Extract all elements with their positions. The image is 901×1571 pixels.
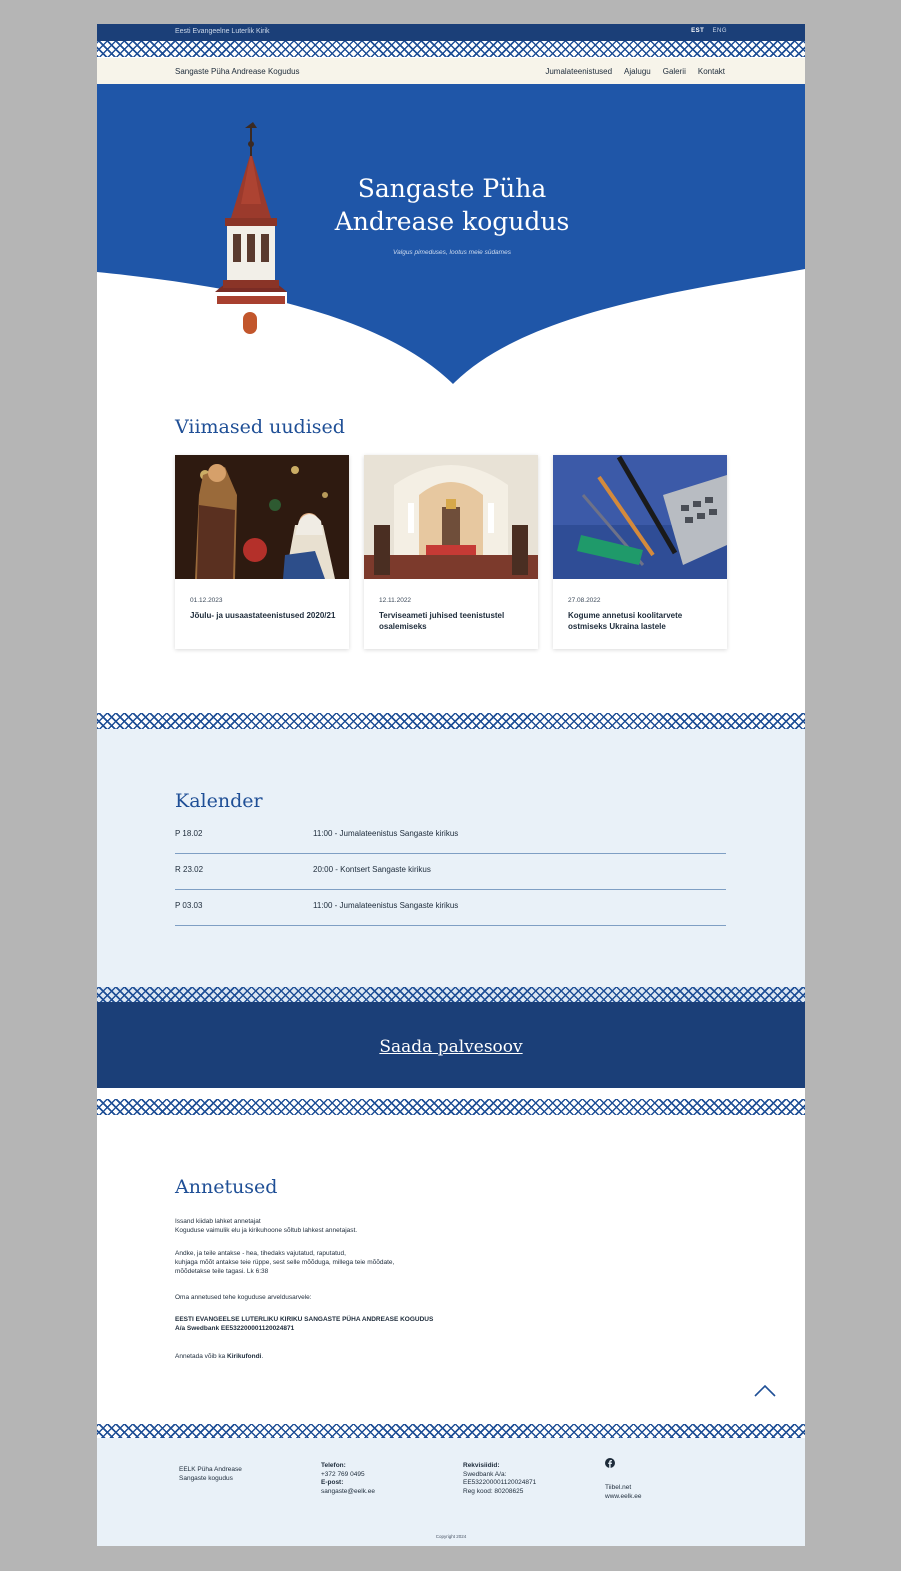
nav-item-services[interactable]: Jumalateenistused bbox=[545, 67, 612, 76]
donations-heading: Annetused bbox=[175, 1176, 278, 1198]
top-bar: Eesti Evangeelne Luterlik Kirik EST ENG bbox=[97, 24, 805, 41]
language-switcher: EST ENG bbox=[685, 28, 727, 34]
phone-number[interactable]: +372 769 0495 bbox=[321, 1471, 375, 1480]
news-image-nativity bbox=[175, 455, 349, 579]
church-org-link[interactable]: Eesti Evangeelne Luterlik Kirik bbox=[175, 28, 270, 35]
main-nav: Sangaste Püha Andrease Kogudus Jumalatee… bbox=[97, 58, 805, 84]
hero-title-line-2: Andrease kogudus bbox=[334, 207, 570, 236]
ornament-band bbox=[97, 713, 805, 729]
donations-paragraph-1: Issand kiidab lahket annetajat Koguduse … bbox=[175, 1217, 595, 1235]
ornament-band bbox=[97, 987, 805, 1003]
ornament-band bbox=[97, 41, 805, 57]
page: Eesti Evangeelne Luterlik Kirik EST ENG … bbox=[97, 24, 805, 1546]
calendar-event[interactable]: 11:00 - Jumalateenistus Sangaste kirikus bbox=[313, 829, 458, 838]
nav-menu: Jumalateenistused Ajalugu Galerii Kontak… bbox=[545, 67, 725, 76]
news-title[interactable]: Kogume annetusi koolitarvete ostmiseks U… bbox=[568, 610, 718, 632]
news-card[interactable]: 27.08.2022 Kogume annetusi koolitarvete … bbox=[553, 455, 727, 649]
site-name-link[interactable]: Sangaste Püha Andrease Kogudus bbox=[175, 67, 300, 76]
calendar-row[interactable]: P 03.03 11:00 - Jumalateenistus Sangaste… bbox=[175, 890, 726, 926]
news-card[interactable]: 01.12.2023 Jõulu- ja uusaastateenistused… bbox=[175, 455, 349, 649]
donations-text: Issand kiidab lahket annetajat bbox=[175, 1218, 261, 1225]
news-heading: Viimased uudised bbox=[175, 416, 345, 438]
hero-subtitle: Valgus pimeduses, lootus meie südames bbox=[393, 249, 511, 256]
news-card[interactable]: 12.11.2022 Terviseameti juhised teenistu… bbox=[364, 455, 538, 649]
footer-org: EELK Püha Andrease Sangaste kogudus bbox=[179, 1466, 242, 1483]
calendar-row[interactable]: P 18.02 11:00 - Jumalateenistus Sangaste… bbox=[175, 818, 726, 854]
calendar-date: R 23.02 bbox=[175, 865, 204, 874]
donations-text: Andke, ja teile antakse - hea, tihedaks … bbox=[175, 1250, 346, 1257]
ornament-band bbox=[97, 1099, 805, 1115]
calendar-date: P 18.02 bbox=[175, 829, 203, 838]
copyright: Copyright 2024 bbox=[435, 1534, 467, 1539]
footer-link-tiibel[interactable]: Tiibel.net bbox=[605, 1484, 642, 1493]
church-fund-link[interactable]: Kirikufondi bbox=[227, 1353, 261, 1360]
footer-org-line: Sangaste kogudus bbox=[179, 1474, 233, 1482]
footer-links: Tiibel.net www.eelk.ee bbox=[605, 1458, 642, 1501]
calendar-event[interactable]: 20:00 - Kontsert Sangaste kirikus bbox=[313, 865, 431, 874]
donations-paragraph-2: Andke, ja teile antakse - hea, tihedaks … bbox=[175, 1249, 595, 1276]
hero-title-line-1: Sangaste Püha bbox=[357, 174, 547, 203]
chevron-up-icon[interactable] bbox=[753, 1382, 777, 1400]
bank-account-info: EESTI EVANGEELSE LUTERLIKU KIRIKU SANGAS… bbox=[175, 1315, 595, 1333]
requisites-bank: Swedbank A/a: bbox=[463, 1470, 507, 1478]
news-title[interactable]: Terviseameti juhised teenistustel osalem… bbox=[379, 610, 529, 632]
email-label: E-post: bbox=[321, 1479, 344, 1486]
requisites-account: EE532200001120024871 bbox=[463, 1479, 537, 1486]
hero-title: Sangaste Püha Andrease kogudus bbox=[297, 172, 607, 238]
calendar-row[interactable]: R 23.02 20:00 - Kontsert Sangaste kiriku… bbox=[175, 854, 726, 890]
donations-text: mõõdetakse teile tagasi. Lk 6:38 bbox=[175, 1268, 269, 1275]
email-link[interactable]: sangaste@eelk.ee bbox=[321, 1488, 375, 1497]
footer: EELK Püha Andrease Sangaste kogudus Tele… bbox=[97, 1438, 805, 1546]
donations-paragraph-5: Annetada võib ka Kirikufondi. bbox=[175, 1352, 595, 1361]
donations-text: . bbox=[261, 1353, 264, 1360]
prayer-request-banner: Saada palvesoov bbox=[97, 1002, 805, 1088]
prayer-request-link[interactable]: Saada palvesoov bbox=[97, 1037, 805, 1057]
news-date: 12.11.2022 bbox=[379, 597, 412, 604]
account-number: A/a Swedbank EE532200001120024871 bbox=[175, 1325, 295, 1332]
news-title[interactable]: Jõulu- ja uusaastateenistused 2020/21 bbox=[190, 610, 340, 621]
facebook-icon[interactable] bbox=[605, 1458, 615, 1468]
requisites-label: Rekvisiidid: bbox=[463, 1462, 500, 1469]
requisites-reg-code: Reg kood: 80208625 bbox=[463, 1487, 524, 1495]
news-date: 01.12.2023 bbox=[190, 597, 223, 604]
lang-eng[interactable]: ENG bbox=[712, 28, 727, 34]
phone-label: Telefon: bbox=[321, 1462, 346, 1469]
donations-text: Annetada võib ka bbox=[175, 1353, 228, 1360]
calendar-date: P 03.03 bbox=[175, 901, 203, 910]
nav-item-history[interactable]: Ajalugu bbox=[624, 67, 651, 76]
calendar-event[interactable]: 11:00 - Jumalateenistus Sangaste kirikus bbox=[313, 901, 458, 910]
donations-paragraph-3: Oma annetused tehe koguduse arveldusarve… bbox=[175, 1294, 312, 1301]
nav-item-gallery[interactable]: Galerii bbox=[663, 67, 686, 76]
calendar-heading: Kalender bbox=[175, 790, 263, 812]
footer-contact: Telefon: +372 769 0495 E-post: sangaste@… bbox=[321, 1462, 375, 1496]
account-name: EESTI EVANGEELSE LUTERLIKU KIRIKU SANGAS… bbox=[175, 1316, 434, 1323]
footer-org-line: EELK Püha Andrease bbox=[179, 1466, 242, 1473]
news-date: 27.08.2022 bbox=[568, 597, 601, 604]
footer-requisites: Rekvisiidid: Swedbank A/a: EE53220000112… bbox=[463, 1462, 536, 1496]
news-image-pens bbox=[553, 455, 727, 579]
news-image-church-interior bbox=[364, 455, 538, 579]
footer-link-eelk[interactable]: www.eelk.ee bbox=[605, 1493, 642, 1502]
donations-text: kuhjaga mõõt antakse teie rüppe, sest se… bbox=[175, 1259, 395, 1266]
lang-est[interactable]: EST bbox=[691, 28, 704, 34]
nav-item-contact[interactable]: Kontakt bbox=[698, 67, 725, 76]
hero: Sangaste Püha Andrease kogudus Valgus pi… bbox=[97, 84, 805, 389]
donations-text: Koguduse vaimulik elu ja kirikuhoone sõl… bbox=[175, 1227, 358, 1234]
